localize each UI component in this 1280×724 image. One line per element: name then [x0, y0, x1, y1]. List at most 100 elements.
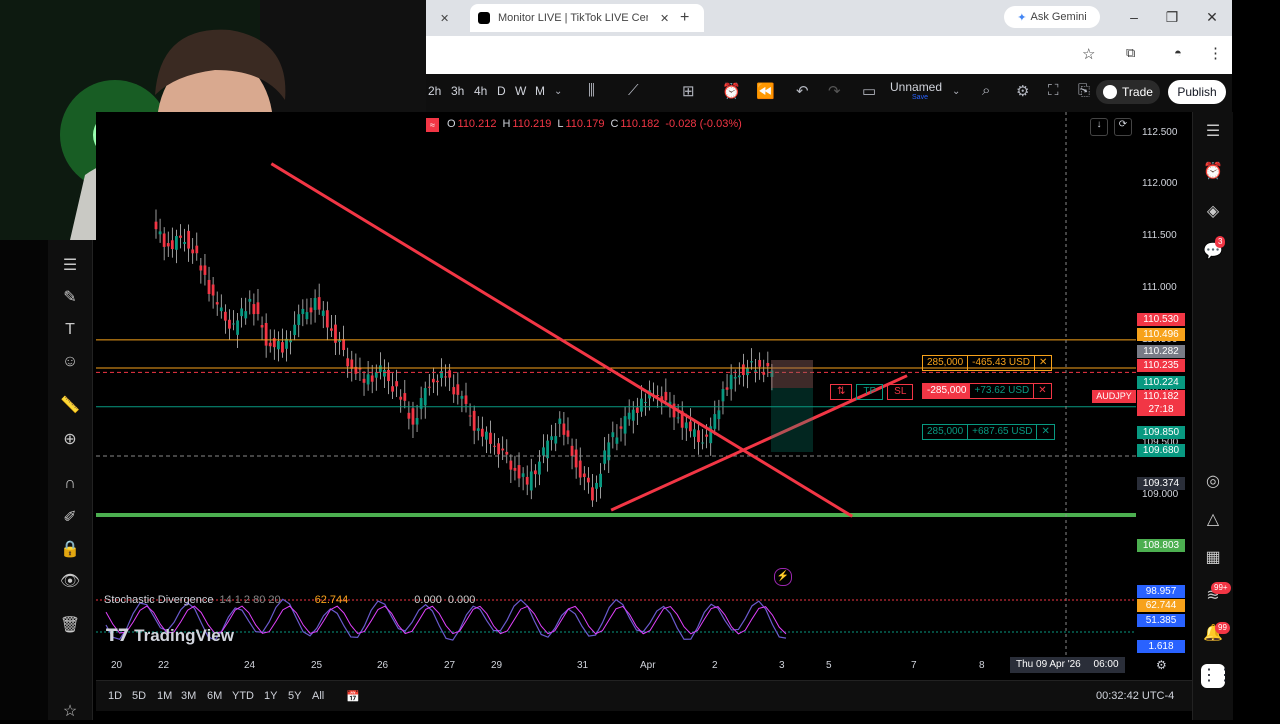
- browser-address-bar[interactable]: ☆ ⧉ ◓ ⋮: [426, 36, 1232, 74]
- interval-m[interactable]: M: [535, 84, 545, 98]
- sl-button[interactable]: SL: [887, 384, 914, 400]
- tp-button[interactable]: TP: [856, 384, 884, 400]
- menu-kebab-icon[interactable]: ⋮: [1208, 44, 1223, 62]
- symbol-flag[interactable]: ≈: [426, 118, 439, 132]
- layout-name-button[interactable]: Unnamed Save: [890, 80, 950, 101]
- candle-body: [219, 307, 223, 312]
- search-tab-icon[interactable]: ⧉: [1126, 45, 1135, 61]
- replay-icon[interactable]: ⏪: [756, 82, 775, 100]
- desktop-right-strip: [1232, 0, 1280, 720]
- close-position-icon[interactable]: ✕: [1036, 425, 1053, 439]
- trash-icon[interactable]: 🗑: [58, 614, 82, 638]
- brush-tool-icon[interactable]: ✎: [58, 286, 82, 310]
- snapshot-icon[interactable]: ⎘: [1078, 82, 1090, 99]
- trade-button[interactable]: Trade: [1096, 80, 1160, 104]
- tab-close-button[interactable]: ✕: [660, 12, 669, 25]
- candle-body: [452, 387, 456, 395]
- calendar-icon[interactable]: ▦: [1201, 546, 1225, 570]
- candle-body: [264, 322, 268, 346]
- interval-3h[interactable]: 3h: [451, 84, 464, 98]
- minimize-button[interactable]: –: [1120, 6, 1148, 28]
- lock-icon[interactable]: 🔒: [58, 538, 82, 562]
- range-1d[interactable]: 1D: [108, 690, 122, 702]
- candle-body: [505, 451, 509, 455]
- fib-tool-icon[interactable]: ☰: [58, 254, 82, 278]
- candle-body: [570, 445, 574, 457]
- candle-body: [203, 265, 207, 275]
- candle-body: [562, 423, 566, 435]
- interval-d[interactable]: D: [497, 84, 506, 98]
- pattern-icon[interactable]: △: [1201, 508, 1225, 532]
- interval-2h[interactable]: 2h: [428, 84, 441, 98]
- bookmark-star-icon[interactable]: ☆: [1082, 45, 1095, 63]
- apps-grid-icon[interactable]: ⋮⋮: [1201, 664, 1233, 688]
- range-1y[interactable]: 1Y: [264, 690, 277, 702]
- range-ytd[interactable]: YTD: [232, 690, 254, 702]
- layout-grid-icon[interactable]: ⊞: [682, 82, 695, 100]
- lightning-icon[interactable]: ⚡: [774, 568, 792, 586]
- chevron-down-icon[interactable]: ⌄: [952, 86, 960, 97]
- scroll-down-icon[interactable]: ↓: [1090, 118, 1108, 136]
- price-tick: 111.000: [1142, 281, 1177, 293]
- calendar-icon[interactable]: 📅: [346, 690, 360, 703]
- draw-lock-icon[interactable]: ✐: [58, 506, 82, 530]
- clock-readout[interactable]: 00:32:42 UTC-4: [1096, 690, 1174, 702]
- candle-body: [574, 449, 578, 468]
- undo-icon[interactable]: ↶: [796, 82, 809, 100]
- reset-icon[interactable]: ⟳: [1114, 118, 1132, 136]
- layers-icon[interactable]: ◈: [1201, 200, 1225, 224]
- interval-4h[interactable]: 4h: [474, 84, 487, 98]
- redo-icon[interactable]: ↷: [828, 82, 841, 100]
- indicators-icon[interactable]: ⟋: [628, 82, 639, 99]
- candle-body: [444, 376, 448, 378]
- candle-type-icon[interactable]: ⫼: [588, 82, 595, 99]
- alert-icon[interactable]: ⏰: [722, 82, 741, 100]
- target-icon[interactable]: ◎: [1201, 470, 1225, 494]
- publish-button[interactable]: Publish: [1168, 80, 1226, 104]
- range-3m[interactable]: 3M: [181, 690, 196, 702]
- tab-close-button-1[interactable]: ✕: [440, 4, 460, 32]
- chevron-down-icon[interactable]: ⌄: [554, 86, 562, 97]
- ruler-tool-icon[interactable]: 📏: [58, 394, 82, 418]
- fullscreen-icon[interactable]: ⛶: [1048, 82, 1059, 99]
- alarm-icon[interactable]: ⏰: [1201, 160, 1225, 184]
- reverse-position-icon[interactable]: ⇅: [830, 384, 853, 400]
- fullscreen-rect-icon[interactable]: ▭: [862, 82, 876, 100]
- emoji-tool-icon[interactable]: ☺: [58, 350, 82, 374]
- eye-icon[interactable]: 👁: [58, 570, 82, 594]
- text-tool-icon[interactable]: T: [58, 318, 82, 342]
- watchlist-icon[interactable]: ☰: [1201, 120, 1225, 144]
- magnet-icon[interactable]: ∩: [58, 472, 82, 496]
- browser-tab-tiktok[interactable]: Monitor LIVE | TikTok LIVE Cent ✕: [470, 4, 704, 32]
- symbol-label: AUDJPY: [1092, 390, 1136, 403]
- range-6m[interactable]: 6M: [207, 690, 222, 702]
- tab-title: Monitor LIVE | TikTok LIVE Cent: [498, 12, 648, 24]
- new-tab-button[interactable]: +: [680, 4, 700, 32]
- position-mid[interactable]: -285,000 +73.62 USD ✕: [922, 383, 1052, 399]
- search-icon[interactable]: ⌕: [982, 82, 990, 99]
- range-5y[interactable]: 5Y: [288, 690, 301, 702]
- range-all[interactable]: All: [312, 690, 324, 702]
- zoom-in-icon[interactable]: ⊕: [58, 428, 82, 452]
- window-close-button[interactable]: ✕: [1198, 6, 1226, 28]
- close-position-icon[interactable]: ✕: [1033, 356, 1051, 370]
- star-icon[interactable]: ☆: [58, 700, 82, 724]
- gear-icon[interactable]: ⚙: [1016, 82, 1029, 100]
- interval-w[interactable]: W: [515, 84, 526, 98]
- range-1m[interactable]: 1M: [157, 690, 172, 702]
- candle-body: [195, 245, 199, 254]
- price-tick: 109.000: [1142, 488, 1179, 500]
- position-top[interactable]: 285,000 -465.43 USD ✕: [922, 355, 1053, 371]
- bottom-toolbar: 1D 5D 1M 3M 6M YTD 1Y 5Y All 📅 00:32:42 …: [96, 680, 1192, 711]
- candle-body: [154, 221, 158, 230]
- gear-icon[interactable]: ⚙: [1156, 658, 1167, 672]
- close-position-icon[interactable]: ✕: [1033, 384, 1050, 398]
- indicator-legend[interactable]: Stochastic Divergence 14 1 2 80 20 62.74…: [104, 594, 475, 606]
- range-5d[interactable]: 5D: [132, 690, 146, 702]
- position-bottom[interactable]: 285,000 +687.65 USD ✕: [922, 424, 1055, 440]
- incognito-icon[interactable]: ◓: [1174, 45, 1182, 60]
- candle-body: [758, 360, 762, 367]
- candle-body: [619, 426, 623, 429]
- restore-button[interactable]: ❐: [1158, 6, 1186, 28]
- ask-gemini-button[interactable]: ✦ Ask Gemini: [1004, 6, 1100, 28]
